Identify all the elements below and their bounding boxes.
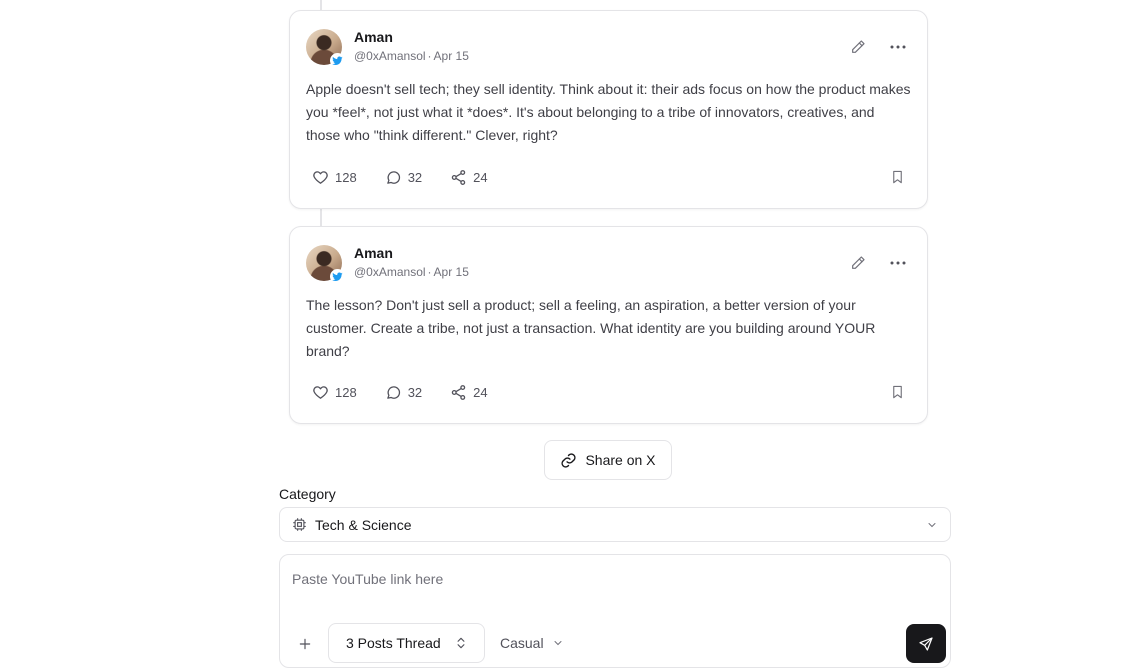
tweet-text: Apple doesn't sell tech; they sell ident…: [306, 81, 911, 143]
author-name: Aman: [354, 245, 393, 261]
more-options-icon[interactable]: [885, 37, 911, 57]
edit-pencil-icon[interactable]: [845, 37, 871, 57]
chevrons-up-down-icon: [454, 635, 468, 651]
link-icon: [561, 452, 576, 468]
chevron-down-icon: [926, 519, 938, 531]
like-count: 128: [335, 384, 357, 400]
youtube-link-input[interactable]: [292, 567, 892, 591]
tweet-date: Apr 15: [433, 49, 469, 63]
twitter-bird-icon: [330, 53, 345, 68]
author-handle: @0xAmansol: [354, 265, 426, 279]
comment-icon: [386, 170, 400, 184]
comment-button[interactable]: 32: [385, 169, 422, 186]
tone-value: Casual: [500, 635, 544, 651]
tweet-card: Aman @0xAmansol · Apr 15 The lesson? Don't…: [289, 226, 928, 424]
author-meta: @0xAmansol · Apr 15: [354, 265, 469, 279]
author-handle: @0xAmansol: [354, 49, 426, 63]
tweet-header-actions: [845, 253, 911, 273]
comment-button[interactable]: 32: [385, 384, 422, 401]
author-name: Aman: [354, 29, 393, 45]
share-count: 24: [473, 384, 488, 400]
send-icon: [919, 636, 933, 651]
plus-icon[interactable]: [294, 633, 316, 655]
category-select[interactable]: Tech & Science: [279, 507, 951, 542]
like-button[interactable]: 128: [312, 169, 357, 186]
comment-count: 32: [407, 169, 423, 185]
more-options-icon[interactable]: [885, 253, 911, 273]
tone-select[interactable]: Casual: [500, 635, 564, 651]
thread-length-select[interactable]: 3 Posts Thread: [328, 623, 485, 663]
tweet-header: Aman @0xAmansol · Apr 15: [306, 29, 911, 69]
composer: 3 Posts Thread Casual: [279, 554, 951, 668]
tweet-actions: 128 32 24: [312, 168, 905, 186]
share-button[interactable]: 24: [450, 384, 488, 401]
category-value: Tech & Science: [315, 516, 412, 533]
meta-separator: ·: [427, 265, 432, 279]
twitter-bird-icon: [330, 269, 345, 284]
tweet-header: Aman @0xAmansol · Apr 15: [306, 245, 911, 285]
heart-icon: [313, 385, 328, 399]
share-on-x-button[interactable]: Share on X: [544, 440, 672, 480]
tweet-card: Aman @0xAmansol · Apr 15 Apple doesn't sel…: [289, 10, 928, 209]
author-meta: @0xAmansol · Apr 15: [354, 49, 469, 63]
bookmark-icon[interactable]: [890, 384, 905, 400]
comment-icon: [386, 385, 400, 399]
chevron-down-icon: [554, 641, 562, 646]
share-nodes-icon: [451, 384, 466, 400]
comment-count: 32: [407, 384, 423, 400]
cpu-icon: [293, 518, 306, 531]
bookmark-icon[interactable]: [890, 169, 905, 185]
thread-length-value: 3 Posts Thread: [346, 635, 441, 651]
like-count: 128: [335, 169, 357, 185]
send-button[interactable]: [906, 624, 946, 663]
tweet-text: The lesson? Don't just sell a product; s…: [306, 297, 876, 359]
tweet-date: Apr 15: [433, 265, 469, 279]
thread-connector-top: [320, 0, 322, 10]
meta-separator: ·: [427, 49, 432, 63]
share-button[interactable]: 24: [450, 169, 488, 186]
tweet-actions: 128 32 24: [312, 383, 905, 401]
share-count: 24: [473, 169, 488, 185]
share-on-x-label: Share on X: [585, 452, 656, 468]
category-label: Category: [279, 486, 336, 502]
share-nodes-icon: [451, 169, 466, 185]
like-button[interactable]: 128: [312, 384, 357, 401]
tweet-header-actions: [845, 37, 911, 57]
thread-connector-middle: [320, 209, 322, 226]
heart-icon: [313, 170, 328, 184]
edit-pencil-icon[interactable]: [845, 253, 871, 273]
